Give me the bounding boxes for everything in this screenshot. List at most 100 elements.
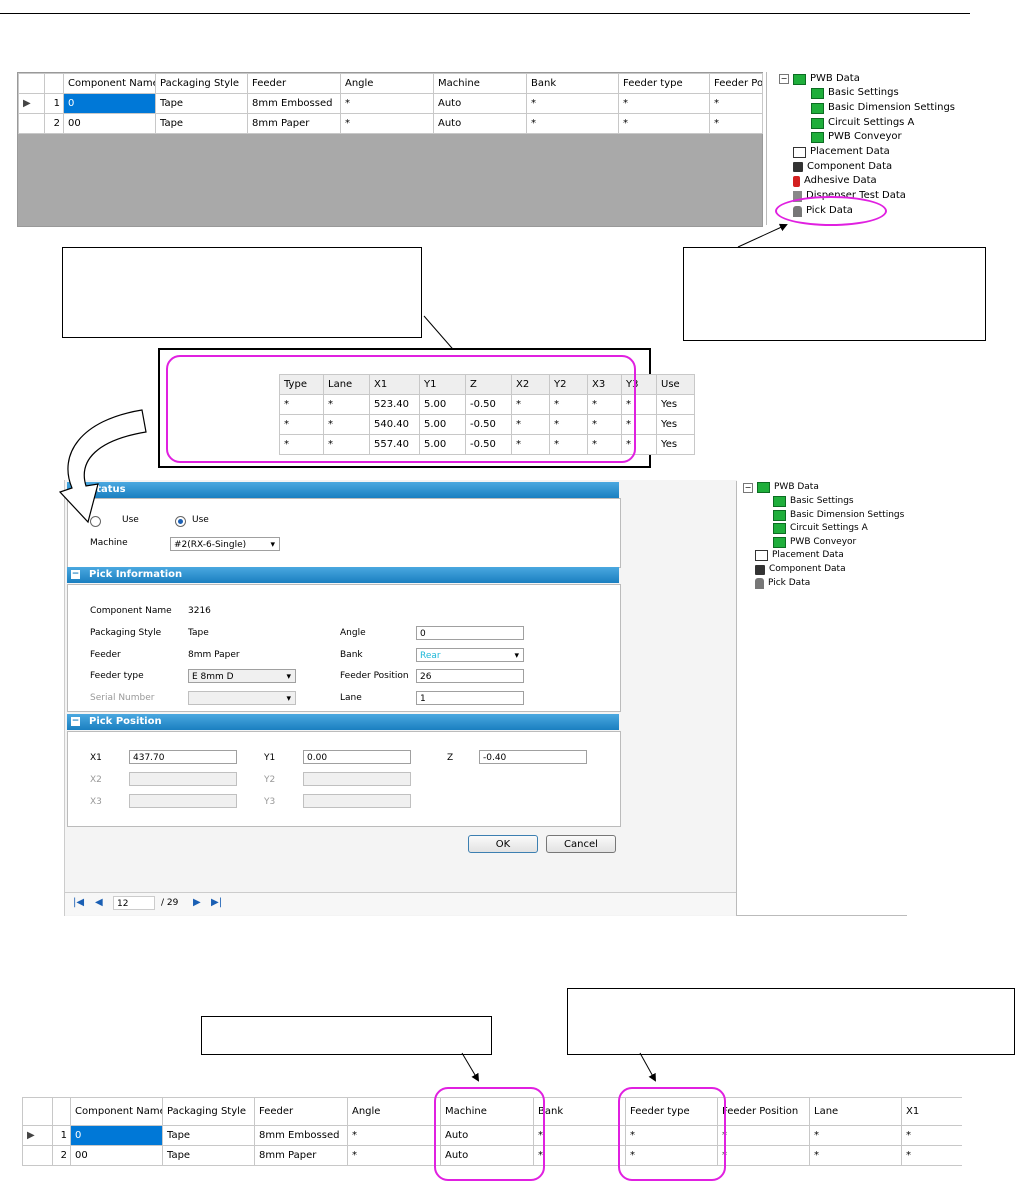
column-header[interactable]: Component Name xyxy=(70,1097,163,1126)
cell[interactable]: * xyxy=(717,1145,810,1166)
cell[interactable]: 8mm Paper xyxy=(254,1145,348,1166)
y2-input[interactable] xyxy=(303,772,411,786)
angle-label: Angle xyxy=(340,628,366,638)
tree-item-basic-settings[interactable]: Basic Settings xyxy=(773,495,854,509)
column-header[interactable]: Angle xyxy=(347,1097,441,1126)
tree-item-basic-dimension-settings[interactable]: Basic Dimension Settings xyxy=(773,509,904,523)
cell[interactable]: Tape xyxy=(162,1145,255,1166)
previous-record-icon[interactable]: ◀ xyxy=(95,897,103,908)
z-input[interactable]: -0.40 xyxy=(479,750,587,764)
cancel-button[interactable]: Cancel xyxy=(546,835,616,853)
y1-input[interactable]: 0.00 xyxy=(303,750,411,764)
column-header[interactable]: Use xyxy=(656,374,695,395)
z-label: Z xyxy=(447,753,454,763)
lane-input[interactable]: 1 xyxy=(416,691,524,705)
folder-icon xyxy=(757,482,770,494)
row-header-corner xyxy=(22,1097,53,1126)
machine-column-highlight xyxy=(434,1087,545,1181)
tree-item-circuit-settings-a[interactable]: Circuit Settings A xyxy=(773,522,868,536)
column-header[interactable]: Feeder xyxy=(254,1097,348,1126)
lane-label: Lane xyxy=(340,693,362,703)
machine-dropdown[interactable]: #2(RX-6-Single) xyxy=(170,537,280,552)
row-pointer-icon: ▶ xyxy=(22,1125,53,1146)
settings-icon xyxy=(773,537,786,549)
pick-information-header: − Pick Information xyxy=(67,567,619,583)
angle-input[interactable]: 0 xyxy=(416,626,524,640)
column-header[interactable]: Lane xyxy=(809,1097,902,1126)
settings-icon xyxy=(773,523,786,535)
row-number-header xyxy=(52,1097,71,1126)
cell[interactable]: * xyxy=(533,1145,626,1166)
serial-number-dropdown[interactable] xyxy=(188,691,296,706)
collapse-icon[interactable]: − xyxy=(743,482,753,493)
component-name-value: 3216 xyxy=(188,606,211,616)
bank-value: Rear xyxy=(420,651,441,661)
cell[interactable]: Yes xyxy=(656,434,695,455)
total-records: / 29 xyxy=(161,898,179,908)
column-header[interactable]: Bank xyxy=(533,1097,626,1126)
x2-input[interactable] xyxy=(129,772,237,786)
x2-label: X2 xyxy=(90,775,102,785)
feeder-position-input[interactable]: 26 xyxy=(416,669,524,683)
feeder-type-column-highlight xyxy=(618,1087,726,1181)
curved-arrow-icon xyxy=(58,409,147,524)
column-header[interactable]: X1 xyxy=(901,1097,962,1126)
cell[interactable]: 00 xyxy=(70,1145,163,1166)
ok-label: OK xyxy=(495,839,511,850)
chip-icon xyxy=(755,564,765,575)
collapse-icon[interactable]: − xyxy=(71,570,80,579)
cell[interactable]: * xyxy=(809,1145,902,1166)
cell[interactable]: 8mm Embossed xyxy=(254,1125,348,1146)
column-header[interactable]: Feeder Position xyxy=(717,1097,810,1126)
cell[interactable]: Yes xyxy=(656,414,695,435)
cell[interactable]: * xyxy=(901,1125,962,1146)
first-record-icon[interactable]: |◀ xyxy=(73,897,84,908)
last-record-icon[interactable]: ▶| xyxy=(211,897,222,908)
tree-item-pick-data[interactable]: Pick Data xyxy=(755,577,810,591)
x1-value: 437.70 xyxy=(133,753,165,763)
feeder-position-label: Feeder Position xyxy=(340,671,409,681)
collapse-icon[interactable]: − xyxy=(71,717,80,726)
data-tree-mid: − PWB Data Basic Settings Basic Dimension… xyxy=(736,481,907,916)
cell[interactable]: * xyxy=(717,1125,810,1146)
y3-input[interactable] xyxy=(303,794,411,808)
cell[interactable]: Yes xyxy=(656,394,695,415)
use-radio[interactable] xyxy=(175,516,186,527)
cell[interactable]: Tape xyxy=(162,1125,255,1146)
cell[interactable]: * xyxy=(809,1125,902,1146)
cell[interactable]: 0 xyxy=(70,1125,163,1146)
x1-label: X1 xyxy=(90,753,102,763)
tree-item-pwb-conveyor[interactable]: PWB Conveyor xyxy=(773,536,856,550)
cell[interactable]: * xyxy=(901,1145,962,1166)
cell[interactable]: * xyxy=(347,1145,441,1166)
packaging-style-value: Tape xyxy=(188,628,209,638)
current-record-input[interactable]: 12 xyxy=(113,896,155,910)
row-number: 1 xyxy=(52,1125,71,1146)
record-navigator: |◀ ◀ 12 / 29 ▶ ▶| xyxy=(65,892,737,915)
tree-item-label: Pick Data xyxy=(768,578,811,588)
tree-item-pwb-data[interactable]: − PWB Data xyxy=(743,481,819,495)
tree-item-label: Placement Data xyxy=(772,550,844,560)
serial-number-label: Serial Number xyxy=(90,693,155,703)
x1-input[interactable]: 437.70 xyxy=(129,750,237,764)
tree-item-label: PWB Data xyxy=(774,482,819,492)
pick-grid-highlight xyxy=(166,355,636,463)
feeder-value: 8mm Paper xyxy=(188,650,240,660)
packaging-style-label: Packaging Style xyxy=(90,628,162,638)
tree-item-placement-data[interactable]: Placement Data xyxy=(755,549,844,563)
section-title: Pick Position xyxy=(89,716,162,727)
next-record-icon[interactable]: ▶ xyxy=(193,897,201,908)
x3-input[interactable] xyxy=(129,794,237,808)
ok-button[interactable]: OK xyxy=(468,835,538,853)
tree-item-component-data[interactable]: Component Data xyxy=(755,563,846,577)
cell[interactable]: * xyxy=(533,1125,626,1146)
pick-information-panel: Component Name 3216 Packaging Style Tape… xyxy=(67,584,621,712)
section-title: Pick Information xyxy=(89,569,183,580)
y3-label: Y3 xyxy=(264,797,276,807)
feeder-type-dropdown[interactable]: E 8mm D xyxy=(188,669,296,684)
column-header[interactable]: Packaging Style xyxy=(162,1097,255,1126)
cell[interactable]: * xyxy=(347,1125,441,1146)
placement-icon xyxy=(755,550,768,562)
feeder-position-value: 26 xyxy=(420,672,432,682)
bank-dropdown[interactable]: Rear xyxy=(416,648,524,663)
